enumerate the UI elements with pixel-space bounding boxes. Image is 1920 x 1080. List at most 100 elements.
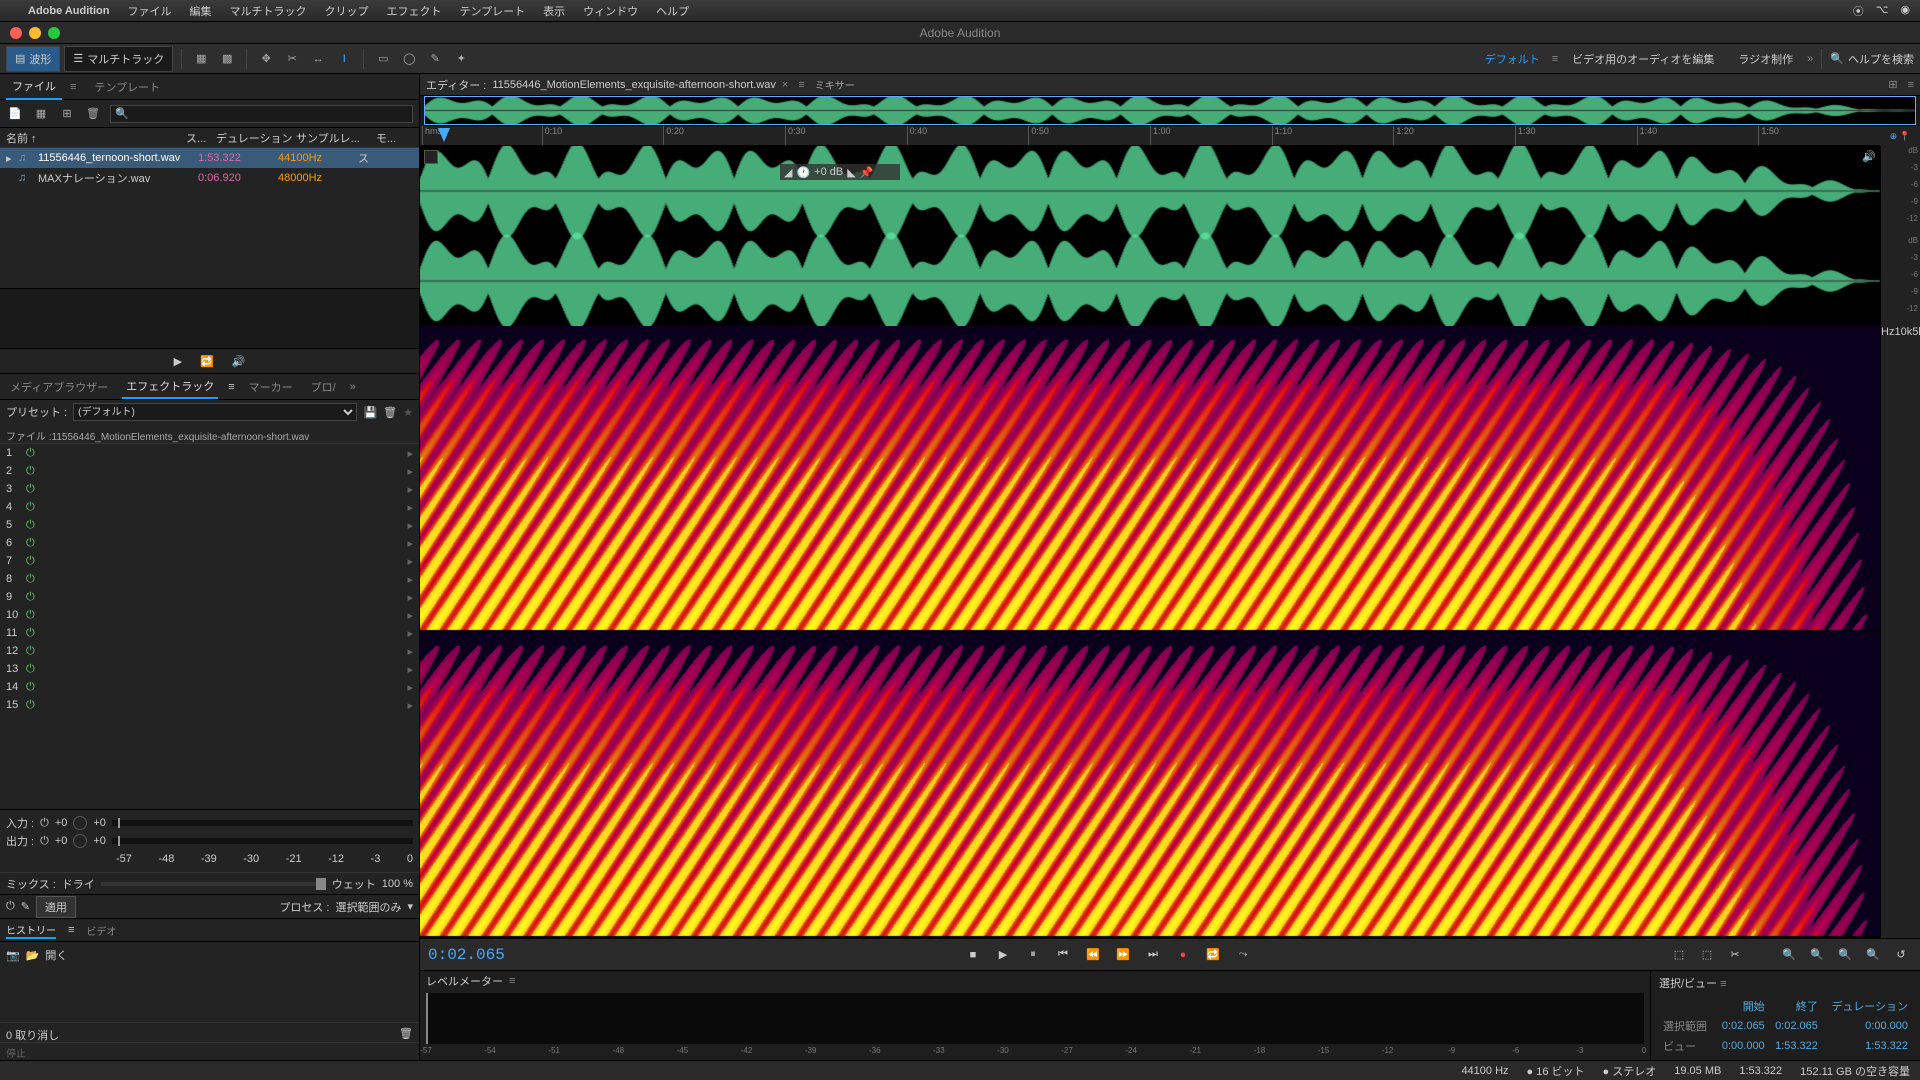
- rack-slot[interactable]: 7⏻▸: [0, 552, 419, 570]
- slip-tool[interactable]: ↔: [307, 48, 329, 70]
- workspace-video[interactable]: ビデオ用のオーディオを編集: [1562, 51, 1724, 67]
- col-status[interactable]: ス...: [186, 130, 216, 146]
- slot-power-icon[interactable]: ⏻: [26, 447, 38, 460]
- close-window-button[interactable]: [10, 27, 22, 39]
- menu-window[interactable]: ウィンドウ: [583, 3, 638, 19]
- preset-select[interactable]: (デフォルト): [73, 403, 357, 421]
- spot-heal-tool[interactable]: ✦: [450, 48, 472, 70]
- tab-markers[interactable]: マーカー: [245, 376, 297, 398]
- slot-power-icon[interactable]: ⏻: [26, 663, 38, 676]
- amplitude-scale[interactable]: dB-3-6-9-12dB-3-6-9-12: [1880, 146, 1920, 326]
- slot-arrow-icon[interactable]: ▸: [407, 465, 413, 478]
- rack-slot[interactable]: 9⏻▸: [0, 588, 419, 606]
- rack-slot[interactable]: 2⏻▸: [0, 462, 419, 480]
- minimize-window-button[interactable]: [29, 27, 41, 39]
- channel-map-button[interactable]: ⊞: [1888, 78, 1897, 91]
- razor-tool[interactable]: ✂: [281, 48, 303, 70]
- tab-files[interactable]: ファイル: [6, 74, 62, 100]
- tab-properties[interactable]: プロ/: [307, 376, 340, 398]
- menu-help[interactable]: ヘルプ: [656, 3, 689, 19]
- files-search-input[interactable]: 🔍: [110, 105, 413, 123]
- slot-power-icon[interactable]: ⏻: [26, 555, 38, 568]
- frequency-scale[interactable]: Hz10k5k2k1k50020010050Hz10k5k2k1k5002001…: [1880, 326, 1920, 938]
- play-button[interactable]: ▶: [174, 355, 182, 368]
- menu-view[interactable]: 表示: [543, 3, 565, 19]
- slot-power-icon[interactable]: ⏻: [26, 537, 38, 550]
- mode-waveform-button[interactable]: ▤ 波形: [6, 46, 60, 72]
- skip-selection-button[interactable]: ⤳: [1232, 944, 1254, 966]
- control-center-icon[interactable]: ⌥: [1876, 3, 1889, 19]
- sel-dur-value[interactable]: 0:00.000: [1822, 1017, 1910, 1035]
- slot-power-icon[interactable]: ⏻: [26, 681, 38, 694]
- col-samplerate[interactable]: サンプルレ...: [296, 130, 376, 146]
- marquee-tool[interactable]: ▭: [372, 48, 394, 70]
- slot-power-icon[interactable]: ⏻: [26, 573, 38, 586]
- slot-arrow-icon[interactable]: ▸: [407, 519, 413, 532]
- menu-effect[interactable]: エフェクト: [386, 3, 441, 19]
- file-row[interactable]: ▸ ♫ 11556446_ternoon-short.wav 1:53.322 …: [0, 148, 419, 168]
- output-power-icon[interactable]: ⏻: [40, 835, 49, 848]
- view-end-value[interactable]: 1:53.322: [1769, 1037, 1820, 1055]
- panel-options-icon[interactable]: ≡: [1908, 79, 1914, 91]
- lasso-tool[interactable]: ◯: [398, 48, 420, 70]
- tab-media-browser[interactable]: メディアブラウザー: [6, 376, 112, 398]
- output-knob[interactable]: [73, 834, 87, 848]
- brush-tool[interactable]: ✎: [424, 48, 446, 70]
- zoom-out-amp-button[interactable]: ⬚: [1696, 944, 1718, 966]
- time-selection-tool[interactable]: I: [333, 48, 355, 70]
- record-file-button[interactable]: ⊞: [58, 105, 76, 123]
- rack-slot[interactable]: 1⏻▸: [0, 444, 419, 462]
- workspace-default[interactable]: デフォルト: [1477, 51, 1548, 67]
- delete-preset-button[interactable]: 🗑: [383, 406, 397, 419]
- hud-gain-value[interactable]: +0 dB: [814, 166, 843, 178]
- tab-templates[interactable]: テンプレート: [88, 75, 166, 99]
- slot-power-icon[interactable]: ⏻: [26, 591, 38, 604]
- trash-icon[interactable]: 🗑: [399, 1027, 413, 1038]
- workspace-menu-icon[interactable]: ≡: [1552, 53, 1558, 65]
- menu-multitrack[interactable]: マルチトラック: [229, 3, 306, 19]
- level-meter[interactable]: [426, 993, 1644, 1044]
- view-dur-value[interactable]: 1:53.322: [1822, 1037, 1910, 1055]
- slot-arrow-icon[interactable]: ▸: [407, 555, 413, 568]
- hud-toggle-button[interactable]: [424, 150, 438, 164]
- slot-arrow-icon[interactable]: ▸: [407, 573, 413, 586]
- menu-file[interactable]: ファイル: [127, 3, 171, 19]
- rack-edit-button[interactable]: ✎: [21, 900, 30, 913]
- open-file-button[interactable]: 📄: [6, 105, 24, 123]
- slot-power-icon[interactable]: ⏻: [26, 501, 38, 514]
- slot-arrow-icon[interactable]: ▸: [407, 681, 413, 694]
- slot-arrow-icon[interactable]: ▸: [407, 447, 413, 460]
- input-power-icon[interactable]: ⏻: [40, 817, 49, 830]
- levels-panel-menu-icon[interactable]: ≡: [509, 975, 515, 987]
- menu-template[interactable]: テンプレート: [459, 3, 525, 19]
- slot-power-icon[interactable]: ⏻: [26, 483, 38, 496]
- slot-power-icon[interactable]: ⏻: [26, 609, 38, 622]
- apply-button[interactable]: 適用: [36, 896, 76, 918]
- rack-slot[interactable]: 15⏻▸: [0, 696, 419, 714]
- help-search[interactable]: 🔍 ヘルプを検索: [1830, 51, 1914, 67]
- input-knob[interactable]: [73, 816, 87, 830]
- forward-button[interactable]: ⏩: [1112, 944, 1134, 966]
- rack-slot[interactable]: 10⏻▸: [0, 606, 419, 624]
- mode-multitrack-button[interactable]: ☰ マルチトラック: [64, 46, 173, 72]
- mix-slider[interactable]: [101, 882, 326, 886]
- delete-file-button[interactable]: 🗑: [84, 105, 102, 123]
- rewind-button[interactable]: ⏪: [1082, 944, 1104, 966]
- zoom-full-button[interactable]: 🔍: [1834, 944, 1856, 966]
- loop-button[interactable]: 🔁: [1202, 944, 1224, 966]
- spotlight-icon[interactable]: ⦿: [1853, 3, 1864, 19]
- view-start-value[interactable]: 0:00.000: [1715, 1037, 1766, 1055]
- pin-scale-button[interactable]: 📍: [1899, 131, 1910, 142]
- rack-slot[interactable]: 11⏻▸: [0, 624, 419, 642]
- rack-slot[interactable]: 5⏻▸: [0, 516, 419, 534]
- slot-power-icon[interactable]: ⏻: [26, 465, 38, 478]
- col-name[interactable]: 名前 ↑: [6, 130, 186, 146]
- zoom-in-amp-button[interactable]: ⬚: [1668, 944, 1690, 966]
- slot-arrow-icon[interactable]: ▸: [407, 537, 413, 550]
- zoom-in-time-button[interactable]: 🔍: [1778, 944, 1800, 966]
- editor-panel-menu-icon[interactable]: ≡: [798, 79, 804, 91]
- zoom-selection-button[interactable]: 🔍: [1862, 944, 1884, 966]
- selection-panel-menu-icon[interactable]: ≡: [1720, 978, 1726, 990]
- rack-slot[interactable]: 4⏻▸: [0, 498, 419, 516]
- history-panel-menu-icon[interactable]: ≡: [68, 924, 74, 936]
